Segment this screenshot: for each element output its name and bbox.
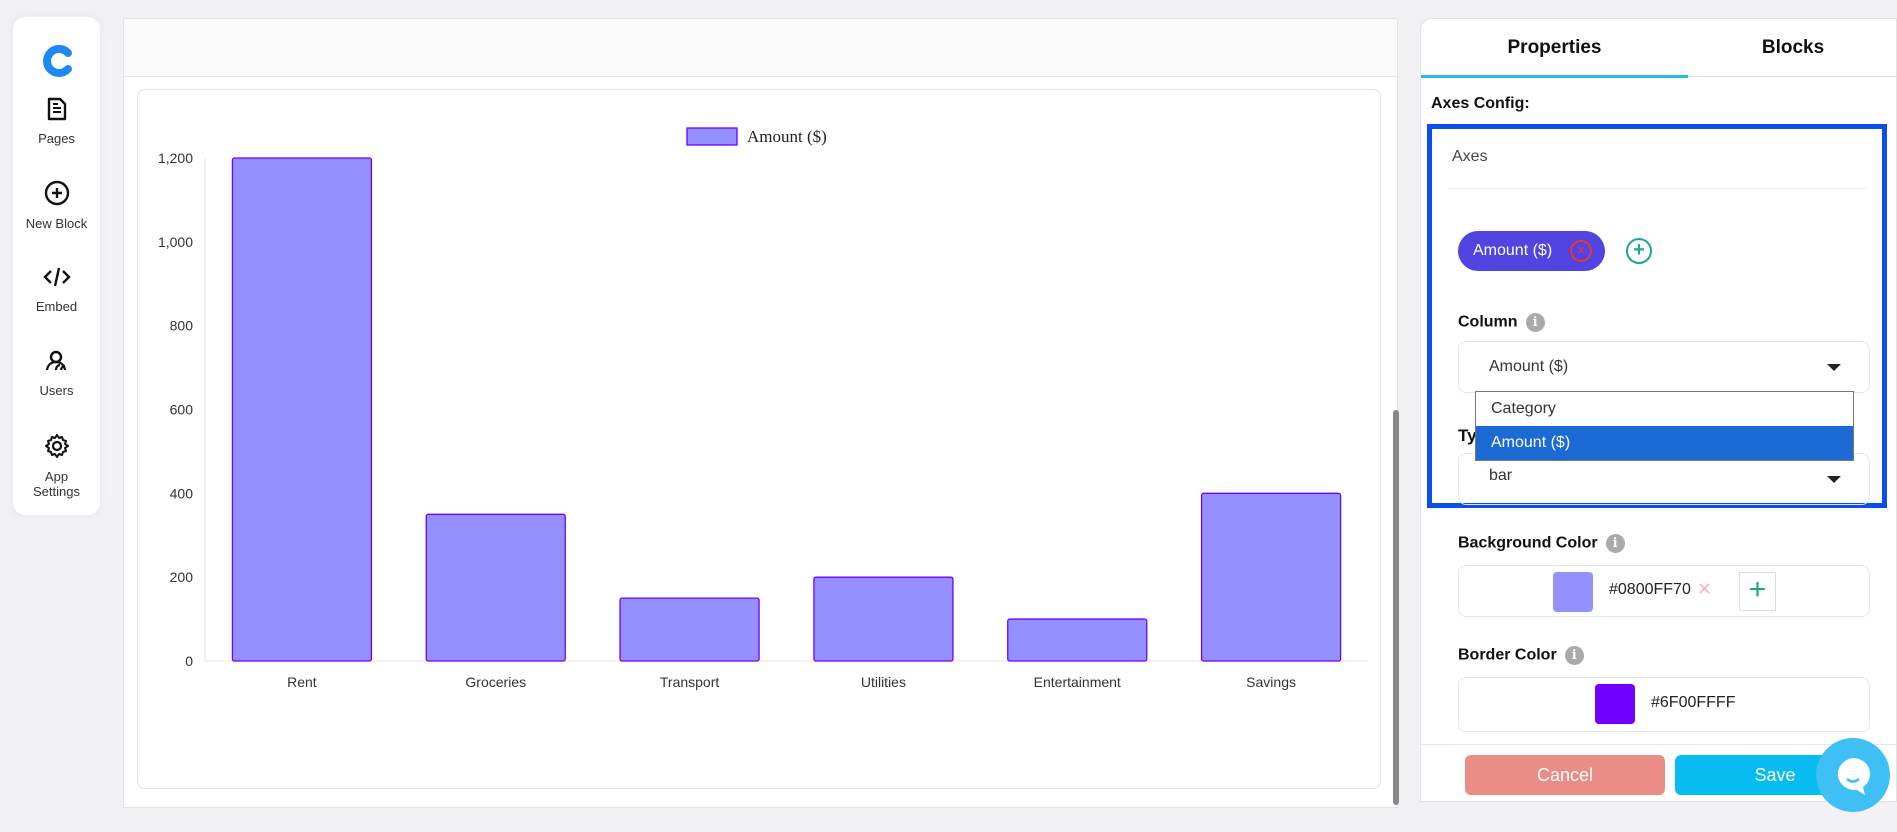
chat-bubble-icon	[1837, 757, 1871, 795]
x-tick-label: Rent	[287, 674, 317, 690]
info-icon: i	[1525, 313, 1545, 332]
tab-blocks[interactable]: Blocks	[1688, 37, 1897, 59]
y-tick-label: 1,000	[158, 234, 193, 250]
sidebar-item-users[interactable]: Users	[13, 349, 100, 398]
active-tab-indicator	[1421, 75, 1688, 78]
bar	[619, 597, 760, 662]
border-color-label: Border Color i	[1458, 646, 1584, 665]
axes-accordion: Axes Amount ($) ✕ + Column i Amount ($) T…	[1427, 124, 1887, 508]
sidebar-item-label: Users	[39, 383, 74, 398]
editor-canvas: 0 200 400 600 800 1,000 1,200 Rent Groceries Tran…	[123, 18, 1398, 808]
x-tick-label: Entertainment	[1034, 674, 1121, 690]
border-color-value: #6F00FFFF	[1651, 694, 1736, 711]
bar	[1007, 618, 1148, 662]
properties-panel: Properties Blocks Axes Config: Axes Amou…	[1420, 18, 1897, 802]
document-icon	[47, 97, 66, 121]
gear-icon	[44, 434, 69, 458]
y-tick-label: 400	[170, 485, 194, 501]
sidebar-item-new-block[interactable]: New Block	[13, 180, 100, 231]
app-logo	[43, 45, 72, 77]
tab-properties[interactable]: Properties	[1421, 37, 1688, 59]
axes-config-label: Axes Config:	[1431, 95, 1530, 112]
background-color-swatch[interactable]	[1553, 572, 1593, 612]
users-icon	[45, 350, 66, 371]
y-tick-label: 200	[170, 569, 194, 585]
bar	[1200, 492, 1342, 662]
x-tick-label: Groceries	[465, 674, 526, 690]
dropdown-option-amount[interactable]: Amount ($)	[1476, 426, 1853, 460]
sidebar-item-embed[interactable]: Embed	[13, 265, 100, 314]
cancel-button[interactable]: Cancel	[1465, 755, 1665, 795]
y-tick-label: 800	[170, 318, 194, 334]
sidebar-item-label: Embed	[35, 299, 78, 314]
add-axis-icon[interactable]: +	[1626, 238, 1652, 264]
chat-widget-button[interactable]	[1816, 738, 1890, 812]
border-color-field[interactable]: #6F00FFFF	[1458, 677, 1870, 732]
axis-chip[interactable]: Amount ($) ✕	[1458, 231, 1605, 271]
bar	[231, 157, 373, 662]
column-select[interactable]: Amount ($)	[1458, 341, 1870, 393]
border-color-swatch[interactable]	[1595, 684, 1635, 724]
axis-chip-label: Amount ($)	[1473, 242, 1553, 259]
x-tick-label: Transport	[660, 674, 720, 690]
sidebar-item-label: Pages	[38, 131, 75, 146]
info-icon: i	[1564, 646, 1584, 665]
legend-label: Amount ($)	[747, 127, 827, 146]
background-color-field[interactable]: #0800FF70 ✕ +	[1458, 565, 1870, 617]
caret-down-icon	[1827, 476, 1841, 483]
sidebar: Pages New Block Embed Users App Settings	[13, 17, 100, 515]
sidebar-item-label: App Settings	[33, 469, 80, 499]
accordion-divider	[1447, 188, 1867, 189]
clear-color-icon[interactable]: ✕	[1697, 579, 1712, 600]
add-color-button[interactable]: +	[1739, 572, 1776, 611]
sidebar-item-label: New Block	[25, 216, 88, 231]
bar	[425, 513, 566, 662]
canvas-scrollbar[interactable]	[1393, 410, 1399, 805]
bar	[813, 576, 954, 662]
y-tick-label: 0	[185, 653, 193, 669]
y-tick-label: 1,200	[158, 150, 193, 166]
background-color-value: #0800FF70	[1609, 581, 1691, 598]
plus-circle-icon	[44, 180, 69, 206]
sidebar-item-pages[interactable]: Pages	[13, 97, 100, 146]
legend-swatch	[686, 127, 738, 146]
x-tick-label: Utilities	[861, 674, 906, 690]
background-color-label: Background Color i	[1458, 534, 1625, 553]
bar-chart: 0 200 400 600 800 1,000 1,200 Rent Groceries Tran…	[158, 127, 1368, 690]
canvas-toolbar	[124, 19, 1397, 77]
column-label: Column i	[1458, 313, 1545, 332]
axes-accordion-title[interactable]: Axes	[1452, 148, 1488, 166]
sidebar-item-app-settings[interactable]: App Settings	[13, 433, 100, 499]
caret-down-icon	[1827, 364, 1841, 371]
dropdown-option-category[interactable]: Category	[1476, 392, 1853, 426]
info-icon: i	[1605, 534, 1625, 553]
chart-block[interactable]: 0 200 400 600 800 1,000 1,200 Rent Groceries Tran…	[137, 89, 1381, 789]
x-tick-label: Savings	[1246, 674, 1296, 690]
column-dropdown: Category Amount ($)	[1475, 391, 1854, 461]
type-label: Ty	[1458, 426, 1477, 445]
remove-axis-icon[interactable]: ✕	[1570, 240, 1592, 262]
code-icon	[42, 267, 71, 287]
y-tick-label: 600	[170, 402, 194, 418]
